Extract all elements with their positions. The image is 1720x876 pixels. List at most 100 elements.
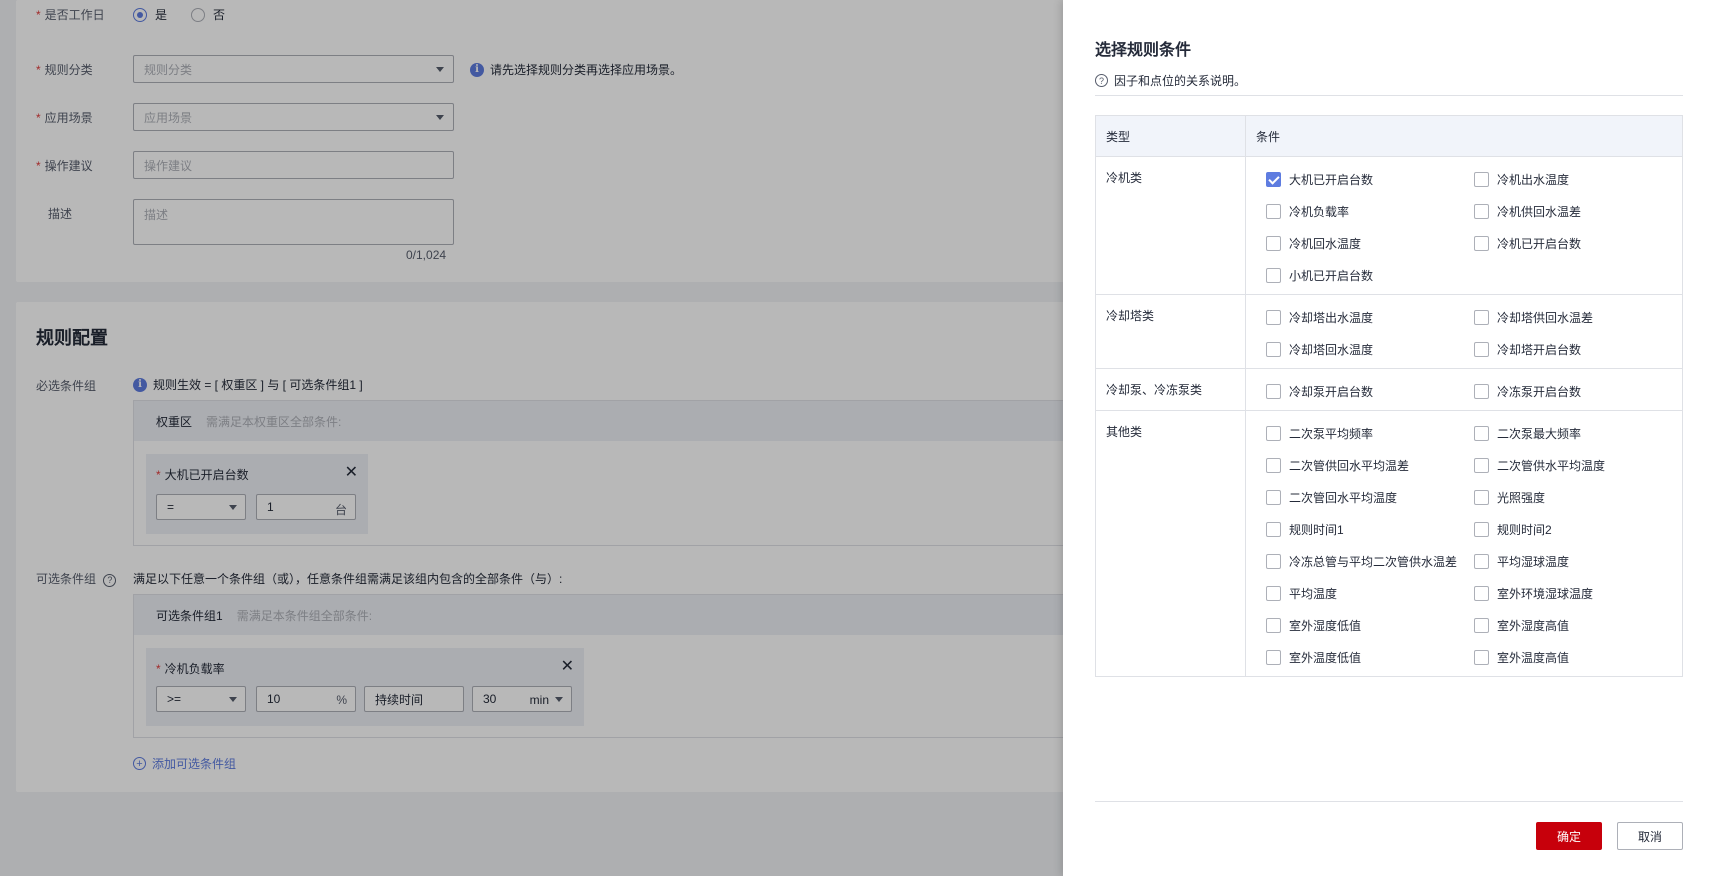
condition-label: 规则时间2: [1497, 522, 1552, 537]
row-conditions: 大机已开启台数 冷机出水温度冷机负载率 冷机供回水温差冷机回水温度 冷机已开启台数小机…: [1246, 157, 1682, 294]
row-conditions: 冷却泵开启台数 冷冻泵开启台数: [1246, 369, 1682, 410]
condition-label: 二次管供水平均温度: [1497, 458, 1606, 473]
help-icon: ?: [1095, 74, 1108, 87]
condition-checkbox[interactable]: 室外温度低值: [1266, 648, 1474, 666]
condition-checkbox[interactable]: 冷却塔供回水温差: [1474, 308, 1674, 326]
condition-checkbox[interactable]: 冷却塔回水温度: [1266, 340, 1474, 358]
table-body: 冷机类 大机已开启台数 冷机出水温度冷机负载率 冷机供回水温差冷机回水温度 冷机已开启台…: [1096, 157, 1682, 676]
checkbox-unchecked-icon: [1474, 171, 1489, 187]
condition-label: 室外温度高值: [1497, 650, 1570, 665]
condition-checkbox[interactable]: 规则时间1: [1266, 520, 1474, 538]
table-row: 冷机类 大机已开启台数 冷机出水温度冷机负载率 冷机供回水温差冷机回水温度 冷机已开启台…: [1096, 157, 1682, 295]
confirm-button[interactable]: 确定: [1536, 822, 1602, 850]
row-type: 冷却泵、冷冻泵类: [1096, 369, 1246, 410]
checkbox-unchecked-icon: [1266, 425, 1281, 441]
condition-checkbox[interactable]: 室外湿度高值: [1474, 616, 1674, 634]
checkbox-unchecked-icon: [1266, 489, 1281, 505]
condition-checkbox[interactable]: 冷却泵开启台数: [1266, 382, 1474, 400]
checkbox-unchecked-icon: [1474, 203, 1489, 219]
condition-checkbox[interactable]: 冷机出水温度: [1474, 170, 1674, 188]
checkbox-unchecked-icon: [1474, 425, 1489, 441]
condition-checkbox[interactable]: 二次泵最大频率: [1474, 424, 1674, 442]
checkbox-unchecked-icon: [1474, 489, 1489, 505]
condition-checkbox[interactable]: 室外湿度低值: [1266, 616, 1474, 634]
condition-checkbox[interactable]: 规则时间2: [1474, 520, 1674, 538]
row-type: 冷机类: [1096, 157, 1246, 294]
checkbox-unchecked-icon: [1474, 235, 1489, 251]
row-type: 其他类: [1096, 411, 1246, 676]
condition-checkbox[interactable]: 冷机供回水温差: [1474, 202, 1674, 220]
header-type: 类型: [1096, 116, 1246, 156]
condition-checkbox[interactable]: 冷机负载率: [1266, 202, 1474, 220]
checkbox-checked-icon: [1266, 171, 1281, 187]
condition-checkbox[interactable]: 室外温度高值: [1474, 648, 1674, 666]
checkbox-unchecked-icon: [1266, 521, 1281, 537]
condition-label: 室外温度低值: [1289, 650, 1362, 665]
table-row: 冷却泵、冷冻泵类 冷却泵开启台数 冷冻泵开启台数: [1096, 369, 1682, 411]
checkbox-unchecked-icon: [1266, 267, 1281, 283]
condition-checkbox[interactable]: 平均温度: [1266, 584, 1474, 602]
condition-label: 冷机回水温度: [1289, 236, 1362, 251]
checkbox-unchecked-icon: [1266, 203, 1281, 219]
condition-label: 冷却塔供回水温差: [1497, 310, 1594, 325]
checkbox-unchecked-icon: [1266, 309, 1281, 325]
condition-label: 规则时间1: [1289, 522, 1344, 537]
condition-checkbox[interactable]: 平均湿球温度: [1474, 552, 1674, 570]
condition-label: 小机已开启台数: [1289, 268, 1374, 283]
modal-overlay[interactable]: [0, 0, 1063, 876]
condition-checkbox[interactable]: 小机已开启台数: [1266, 266, 1474, 284]
condition-label: 二次泵平均频率: [1289, 426, 1374, 441]
condition-checkbox[interactable]: 二次管供水平均温度: [1474, 456, 1674, 474]
checkbox-unchecked-icon: [1474, 309, 1489, 325]
condition-checkbox[interactable]: 冷机已开启台数: [1474, 234, 1674, 252]
divider: [1095, 95, 1683, 96]
checkbox-unchecked-icon: [1266, 457, 1281, 473]
condition-checkbox[interactable]: 冷却塔出水温度: [1266, 308, 1474, 326]
condition-label: 冷却塔出水温度: [1289, 310, 1374, 325]
row-conditions: 二次泵平均频率 二次泵最大频率二次管供回水平均温差 二次管供水平均温度二次管回水平均…: [1246, 411, 1682, 676]
condition-label: 光照强度: [1497, 490, 1546, 505]
header-condition: 条件: [1256, 129, 1281, 144]
condition-label: 室外环境湿球温度: [1497, 586, 1594, 601]
condition-checkbox[interactable]: 二次管回水平均温度: [1266, 488, 1474, 506]
checkbox-unchecked-icon: [1266, 649, 1281, 665]
checkbox-unchecked-icon: [1474, 585, 1489, 601]
table-row: 冷却塔类 冷却塔出水温度 冷却塔供回水温差冷却塔回水温度 冷却塔开启台数: [1096, 295, 1682, 369]
checkbox-unchecked-icon: [1266, 235, 1281, 251]
condition-label: 冷机负载率: [1289, 204, 1350, 219]
condition-checkbox[interactable]: 二次泵平均频率: [1266, 424, 1474, 442]
drawer-title: 选择规则条件: [1095, 42, 1192, 59]
checkbox-unchecked-icon: [1266, 383, 1281, 399]
condition-checkbox[interactable]: 冷却塔开启台数: [1474, 340, 1674, 358]
condition-checkbox[interactable]: 冷冻总管与平均二次管供水温差: [1266, 552, 1474, 570]
checkbox-unchecked-icon: [1474, 457, 1489, 473]
drawer-help-text: 因子和点位的关系说明。: [1114, 74, 1247, 88]
condition-checkbox[interactable]: 光照强度: [1474, 488, 1674, 506]
condition-label: 冷却泵开启台数: [1289, 384, 1374, 399]
checkbox-unchecked-icon: [1474, 341, 1489, 357]
condition-label: 冷机供回水温差: [1497, 204, 1582, 219]
condition-label: 二次泵最大频率: [1497, 426, 1582, 441]
table-header: 类型 条件: [1096, 116, 1682, 157]
checkbox-unchecked-icon: [1474, 649, 1489, 665]
condition-label: 冷冻总管与平均二次管供水温差: [1289, 554, 1458, 569]
divider: [1095, 801, 1683, 802]
checkbox-unchecked-icon: [1474, 521, 1489, 537]
condition-checkbox[interactable]: 大机已开启台数: [1266, 170, 1474, 188]
row-conditions: 冷却塔出水温度 冷却塔供回水温差冷却塔回水温度 冷却塔开启台数: [1246, 295, 1682, 368]
checkbox-unchecked-icon: [1266, 617, 1281, 633]
condition-checkbox[interactable]: 冷机回水温度: [1266, 234, 1474, 252]
condition-checkbox[interactable]: 冷冻泵开启台数: [1474, 382, 1674, 400]
checkbox-unchecked-icon: [1266, 585, 1281, 601]
condition-checkbox[interactable]: 室外环境湿球温度: [1474, 584, 1674, 602]
condition-checkbox[interactable]: 二次管供回水平均温差: [1266, 456, 1474, 474]
condition-label: 平均湿球温度: [1497, 554, 1570, 569]
conditions-table: 类型 条件 冷机类 大机已开启台数 冷机出水温度冷机负载率 冷机供回水温差冷机回水温度…: [1095, 115, 1683, 677]
condition-label: 冷机已开启台数: [1497, 236, 1582, 251]
condition-label: 冷却塔开启台数: [1497, 342, 1582, 357]
condition-label: 二次管供回水平均温差: [1289, 458, 1410, 473]
table-row: 其他类 二次泵平均频率 二次泵最大频率二次管供回水平均温差 二次管供水平均温度二次管回…: [1096, 411, 1682, 676]
row-type: 冷却塔类: [1096, 295, 1246, 368]
cancel-button[interactable]: 取消: [1617, 822, 1683, 850]
drawer-help[interactable]: ? 因子和点位的关系说明。: [1095, 72, 1246, 89]
